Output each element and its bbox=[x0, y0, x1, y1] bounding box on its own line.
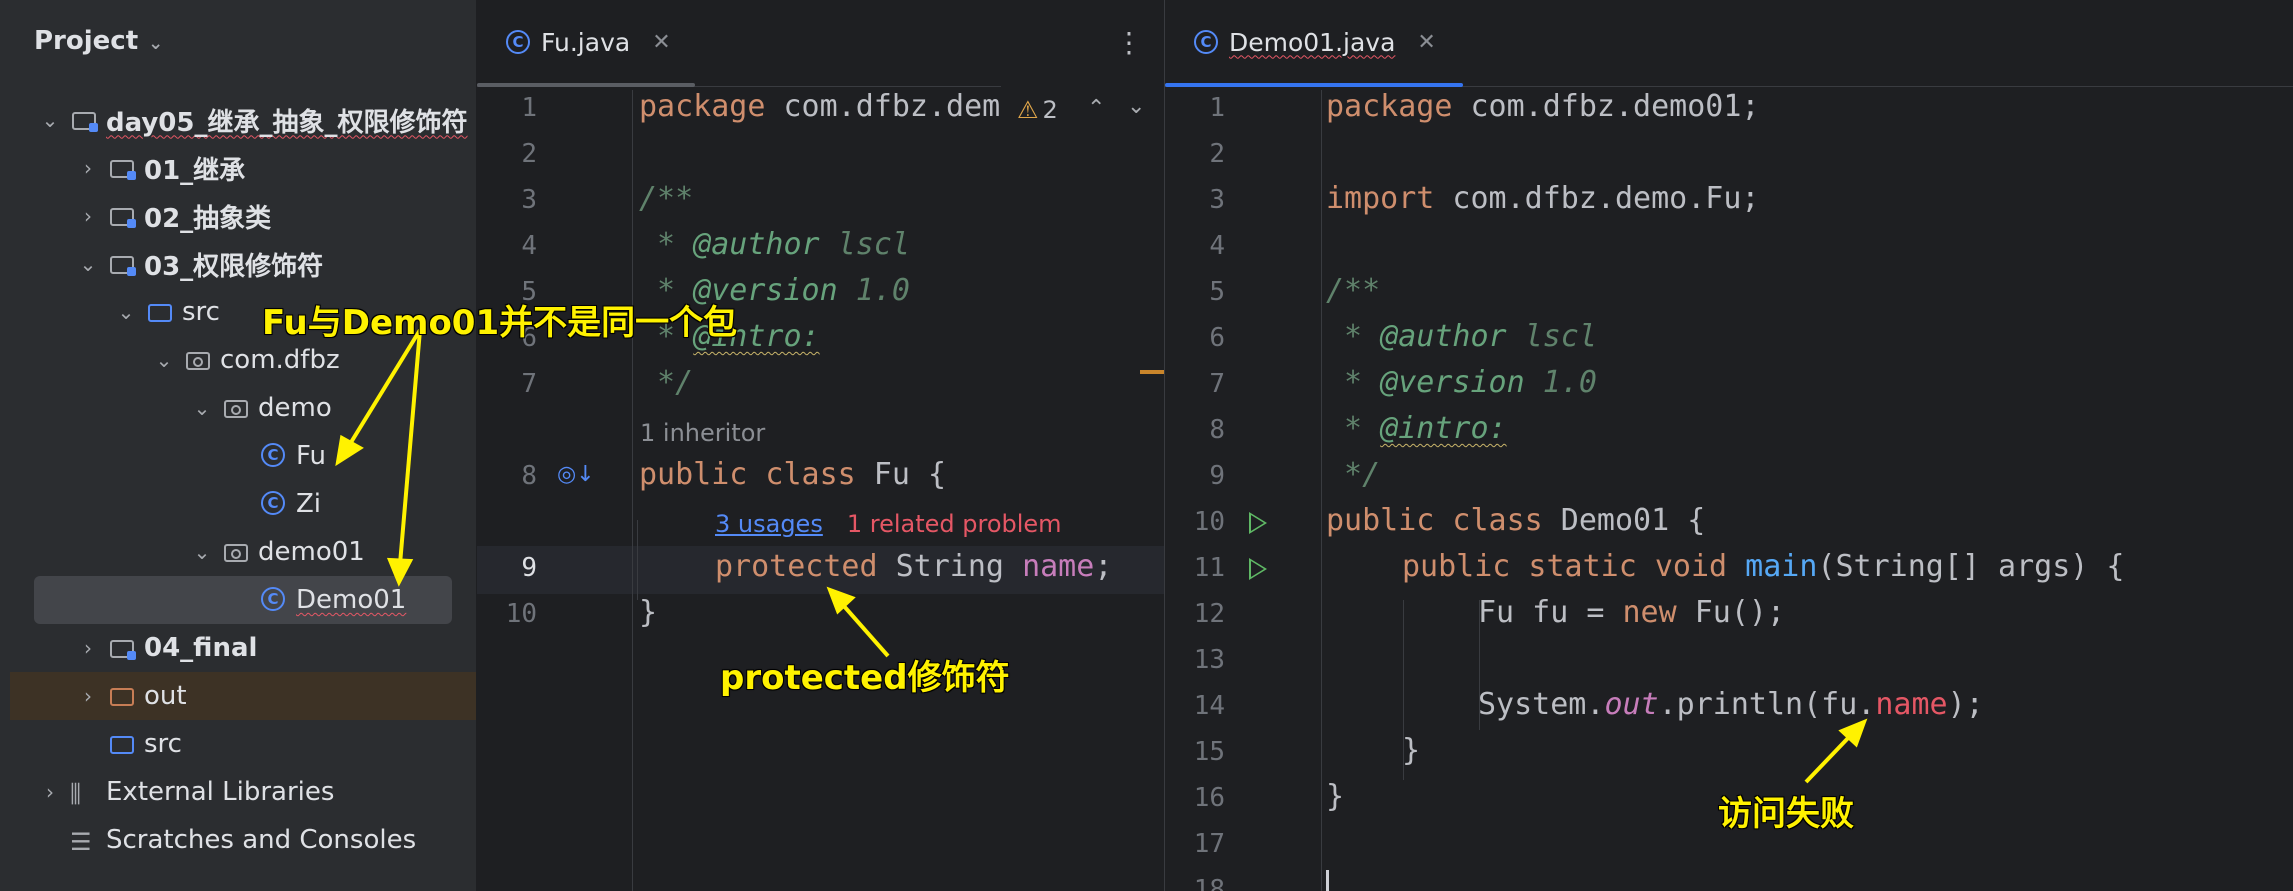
annotation-access-failed: 访问失败 bbox=[1718, 794, 1854, 834]
annotation-not-same-package: Fu与Demo01并不是同一个包 bbox=[262, 303, 738, 343]
annotation-arrows bbox=[335, 328, 1868, 784]
annotation-protected-modifier: protected修饰符 bbox=[720, 658, 1010, 698]
